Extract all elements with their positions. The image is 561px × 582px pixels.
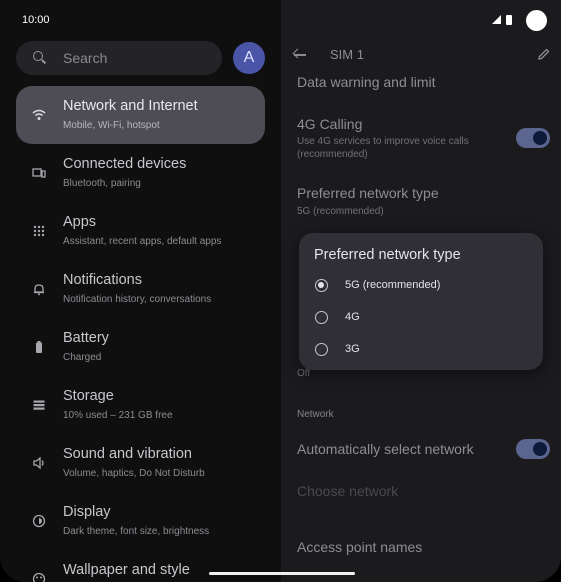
nav-notifications[interactable]: Notifications Notification history, conv… xyxy=(16,260,265,318)
option-label: 3G xyxy=(345,343,360,355)
radio-unselected-icon[interactable] xyxy=(315,311,328,324)
section-header-network: Network xyxy=(297,409,334,420)
dialog-title: Preferred network type xyxy=(314,247,461,263)
nav-subtitle: Mobile, Wi-Fi, hotspot xyxy=(63,120,160,131)
nav-battery[interactable]: Battery Charged xyxy=(16,318,265,376)
nav-title: Connected devices xyxy=(63,156,187,172)
choose-network-row: Choose network xyxy=(297,483,399,499)
nav-apps[interactable]: Apps Assistant, recent apps, default app… xyxy=(16,202,265,260)
nav-title: Wallpaper and style xyxy=(63,562,190,578)
devices-icon xyxy=(32,166,46,180)
nav-subtitle: 10% used – 231 GB free xyxy=(63,410,173,421)
bell-icon xyxy=(32,282,46,296)
avatar[interactable]: A xyxy=(233,42,265,74)
wifi-icon xyxy=(32,108,46,122)
nav-display[interactable]: Display Dark theme, font size, brightnes… xyxy=(16,492,265,550)
calling-subtitle: Use 4G services to improve voice calls (… xyxy=(297,136,469,160)
nav-title: Notifications xyxy=(63,272,142,288)
data-warning-row[interactable]: Data warning and limit xyxy=(297,74,436,90)
nav-subtitle: Charged xyxy=(63,352,102,363)
nav-title: Storage xyxy=(63,388,114,404)
nav-title: Apps xyxy=(63,214,97,230)
signal-icon xyxy=(492,15,501,24)
nav-title: Display xyxy=(63,504,111,520)
nav-subtitle: Volume, haptics, Do Not Disturb xyxy=(63,468,205,479)
auto-select-network-title[interactable]: Automatically select network xyxy=(297,441,474,457)
option-5g[interactable]: 5G (recommended) xyxy=(314,274,524,298)
nav-sound-vibration[interactable]: Sound and vibration Volume, haptics, Do … xyxy=(16,434,265,492)
volume-icon xyxy=(32,456,46,470)
calling-toggle[interactable] xyxy=(516,128,550,148)
page-title: SIM 1 xyxy=(330,47,364,62)
nav-network-internet[interactable]: Network and Internet Mobile, Wi-Fi, hots… xyxy=(16,86,265,144)
nav-title: Sound and vibration xyxy=(63,446,192,462)
battery-icon xyxy=(32,340,46,354)
display-icon xyxy=(32,514,46,528)
radio-unselected-icon[interactable] xyxy=(315,343,328,356)
top-app-bar: SIM 1 xyxy=(281,42,561,70)
settings-list-pane: 10:00 Search A Network and Internet Mobi… xyxy=(0,0,281,582)
option-3g[interactable]: 3G xyxy=(314,338,524,362)
edit-pencil-icon[interactable] xyxy=(537,47,551,61)
calling-title[interactable]: 4G Calling xyxy=(297,116,362,132)
preferred-network-subtitle: 5G (recommended) xyxy=(297,206,384,217)
auto-select-toggle[interactable] xyxy=(516,439,550,459)
nav-subtitle: Assistant, recent apps, default apps xyxy=(63,236,222,247)
nav-subtitle: Dark theme, font size, brightness xyxy=(63,526,210,537)
preferred-network-dialog: Preferred network type 5G (recommended) … xyxy=(299,233,543,370)
apps-icon xyxy=(32,224,46,238)
device-screen: 10:00 Search A Network and Internet Mobi… xyxy=(0,0,561,582)
nav-title: Battery xyxy=(63,330,109,346)
search-icon xyxy=(33,51,47,65)
back-arrow-icon[interactable] xyxy=(293,48,307,62)
option-label: 4G xyxy=(345,311,360,323)
search-placeholder: Search xyxy=(63,50,108,66)
option-label: 5G (recommended) xyxy=(345,279,441,291)
nav-connected-devices[interactable]: Connected devices Bluetooth, pairing xyxy=(16,144,265,202)
nav-wallpaper-style[interactable]: Wallpaper and style xyxy=(16,550,265,582)
nav-storage[interactable]: Storage 10% used – 231 GB free xyxy=(16,376,265,434)
gesture-nav-handle[interactable] xyxy=(209,572,355,575)
status-time: 10:00 xyxy=(22,14,50,26)
access-point-names-row[interactable]: Access point names xyxy=(297,539,422,555)
battery-status-icon xyxy=(506,15,512,25)
status-icons xyxy=(492,10,552,32)
palette-icon xyxy=(32,572,46,582)
option-4g[interactable]: 4G xyxy=(314,306,524,330)
nav-subtitle: Notification history, conversations xyxy=(63,294,212,305)
radio-selected-icon[interactable] xyxy=(315,279,328,292)
camera-cutout xyxy=(526,10,547,31)
search-bar[interactable]: Search xyxy=(16,41,222,75)
nav-subtitle: Bluetooth, pairing xyxy=(63,178,141,189)
storage-icon xyxy=(32,398,46,412)
preferred-network-title[interactable]: Preferred network type xyxy=(297,185,439,201)
nav-title: Network and Internet xyxy=(63,98,198,114)
